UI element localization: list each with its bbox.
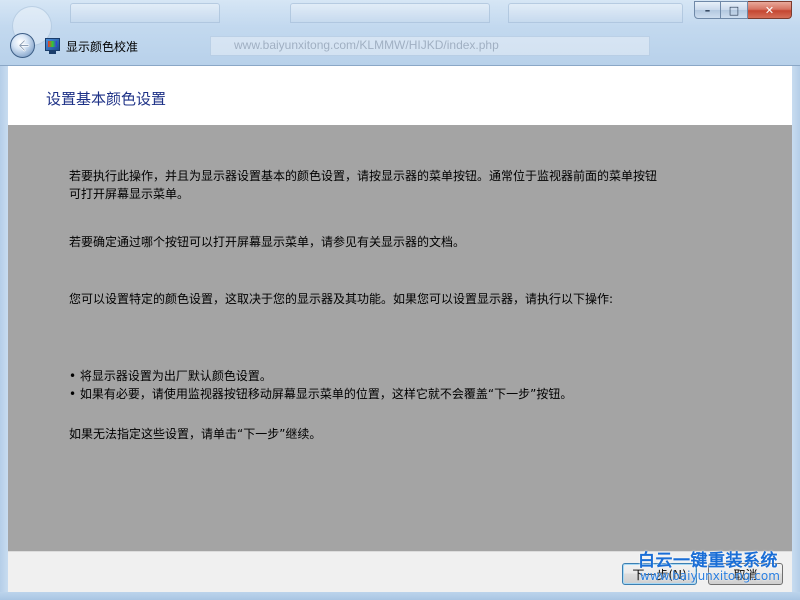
back-arrow-icon <box>18 39 30 52</box>
minimize-button[interactable]: – <box>694 1 721 19</box>
site-watermark: 白云一键重装系统 www.baiyunxitong.com <box>638 546 798 583</box>
instruction-paragraph-3: 您可以设置特定的颜色设置，这取决于您的显示器及其功能。如果您可以设置显示器，请执… <box>69 292 614 306</box>
instruction-line: 若要执行此操作，并且为显示器设置基本的颜色设置，请按显示器的菜单按钮。通常位于监… <box>69 169 658 183</box>
window-frame-bottom <box>0 592 800 600</box>
background-tab <box>508 3 683 23</box>
caption-buttons: – □ ✕ <box>694 1 792 19</box>
page-title: 设置基本颜色设置 <box>46 90 167 108</box>
close-button[interactable]: ✕ <box>748 1 792 19</box>
maximize-button[interactable]: □ <box>721 1 748 19</box>
window-frame-right <box>792 66 800 592</box>
window-frame-left <box>0 66 8 592</box>
instruction-bullets: • 将显示器设置为出厂默认颜色设置。 • 如果有必要，请使用监视器按钮移动屏幕显… <box>69 367 729 403</box>
back-button[interactable] <box>10 33 35 58</box>
instruction-paragraph-1: 若要执行此操作，并且为显示器设置基本的颜色设置，请按显示器的菜单按钮。通常位于监… <box>69 167 729 203</box>
instruction-paragraph-2: 若要确定通过哪个按钮可以打开屏幕显示菜单，请参见有关显示器的文档。 <box>69 235 466 249</box>
wizard-header: 设置基本颜色设置 <box>8 66 792 125</box>
background-url: www.baiyunxitong.com/KLMMW/HIJKD/index.p… <box>234 38 499 52</box>
window-title-bar: www.baiyunxitong.com/KLMMW/HIJKD/index.p… <box>0 0 800 66</box>
background-tab <box>290 3 490 23</box>
instruction-line: 可打开屏幕显示菜单。 <box>69 187 190 201</box>
watermark-title: 白云一键重装系统 <box>638 551 778 571</box>
display-monitor-icon-stand <box>49 51 56 54</box>
watermark-url: www.baiyunxitong.com <box>640 569 780 583</box>
instruction-paragraph-4: 如果无法指定这些设置，请单击“下一步”继续。 <box>69 427 322 441</box>
bullet-item: • 将显示器设置为出厂默认颜色设置。 <box>69 369 272 383</box>
bullet-item: • 如果有必要，请使用监视器按钮移动屏幕显示菜单的位置，这样它就不会覆盖“下一步… <box>69 387 573 401</box>
window-title: 显示颜色校准 <box>66 40 139 54</box>
display-monitor-icon <box>45 38 60 51</box>
wizard-content: 若要执行此操作，并且为显示器设置基本的颜色设置，请按显示器的菜单按钮。通常位于监… <box>8 125 792 551</box>
background-tab <box>70 3 220 23</box>
